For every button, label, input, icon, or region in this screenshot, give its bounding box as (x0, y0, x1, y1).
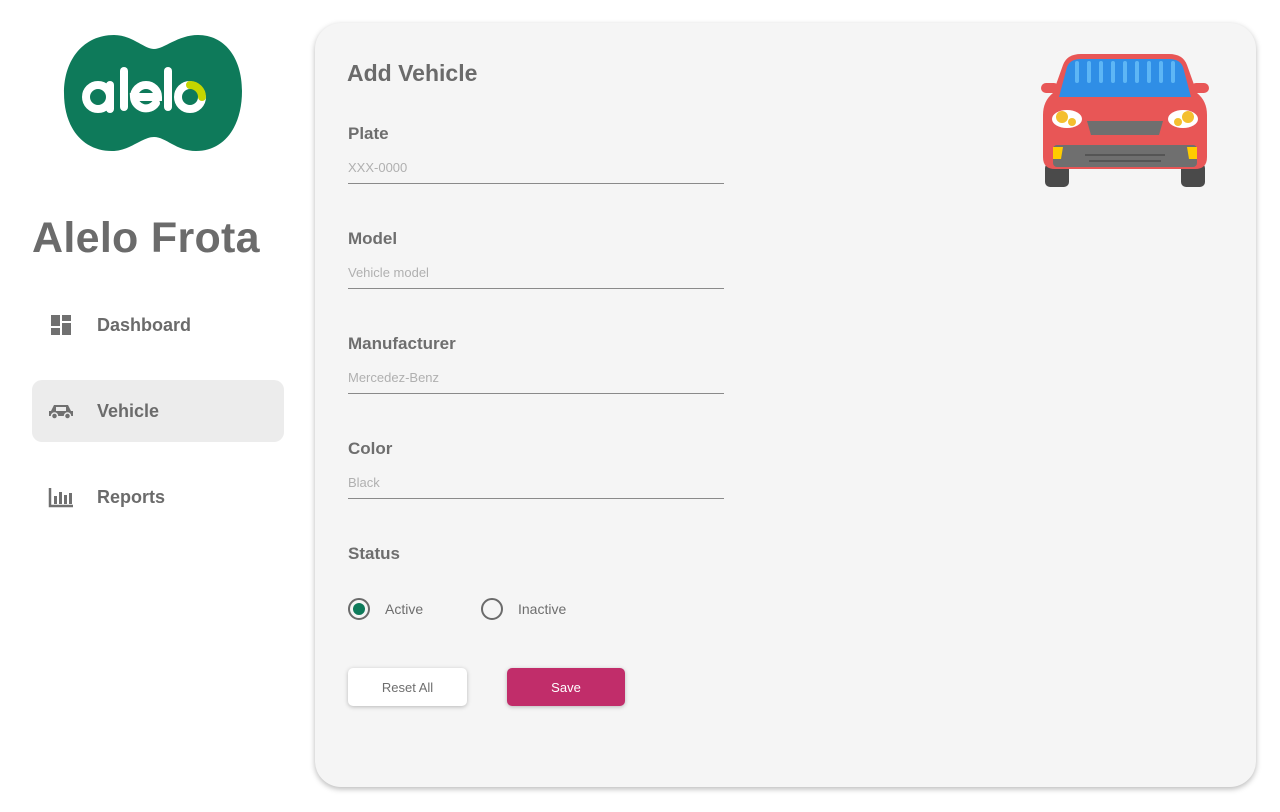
color-label: Color (348, 439, 393, 458)
save-button[interactable]: Save (507, 668, 625, 706)
radio-unchecked-icon (481, 598, 503, 620)
radio-checked-icon (348, 598, 370, 620)
sidebar-item-label: Dashboard (97, 314, 192, 335)
page-title: Add Vehicle (347, 60, 478, 86)
reset-all-button[interactable]: Reset All (348, 668, 467, 706)
radio-label-inactive: Inactive (518, 601, 567, 617)
sidebar-item-reports[interactable]: Reports (32, 466, 284, 528)
status-inactive-radio[interactable]: Inactive (481, 598, 566, 620)
dashboard-icon (48, 312, 74, 338)
model-input[interactable] (348, 265, 724, 289)
plate-input[interactable] (348, 160, 724, 184)
status-active-radio[interactable]: Active (348, 598, 423, 620)
model-field-group: Model (348, 229, 724, 289)
manufacturer-field-group: Manufacturer (348, 334, 724, 394)
car-front-illustration (1041, 54, 1209, 187)
manufacturer-input[interactable] (348, 370, 724, 394)
color-input[interactable] (348, 475, 724, 499)
logo-text: alelo (153, 148, 156, 150)
add-vehicle-card: Add Vehicle Plate Model Manufacturer Col… (315, 23, 1256, 787)
sidebar-item-label: Vehicle (97, 400, 160, 421)
color-field-group: Color (348, 439, 724, 499)
plate-field-group: Plate (348, 124, 724, 184)
sidebar-item-label: Reports (97, 486, 166, 507)
sidebar-item-vehicle[interactable]: Vehicle (32, 380, 284, 442)
car-icon (48, 398, 74, 424)
radio-dot (353, 603, 365, 615)
bar-chart-icon (48, 484, 74, 510)
sidebar-item-dashboard[interactable]: Dashboard (32, 294, 284, 356)
model-label: Model (348, 229, 398, 248)
radio-label-active: Active (385, 601, 424, 617)
app-title: Alelo Frota (32, 214, 260, 262)
manufacturer-label: Manufacturer (348, 334, 456, 353)
plate-label: Plate (348, 124, 389, 143)
alelo-logo: alelo (64, 35, 242, 151)
status-label: Status (348, 544, 400, 563)
